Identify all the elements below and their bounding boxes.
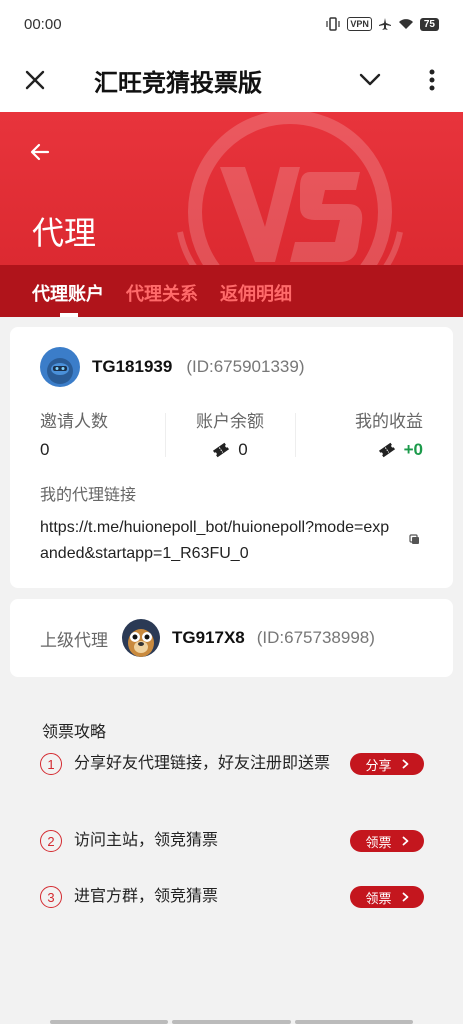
arrow-left-icon <box>30 143 50 161</box>
battery-icon: 75 <box>419 17 439 31</box>
step-number: 1 <box>40 753 62 775</box>
chevron-right-icon <box>402 892 408 902</box>
stat-balance: 账户余额 0 <box>196 407 264 460</box>
close-icon <box>25 70 45 90</box>
upline-label: 上级代理 <box>40 630 108 650</box>
app-bar: 汇旺竞猜投票版 <box>0 48 463 112</box>
wifi-icon <box>398 19 413 29</box>
tab-rebate-detail[interactable]: 返佣明细 <box>220 265 292 317</box>
vibrate-icon <box>326 17 340 31</box>
guide-text: 访问主站，领竞猜票 <box>74 832 219 849</box>
status-time: 00:00 <box>24 15 62 33</box>
account-card: TG181939 (ID:675901339) 邀请人数 0 账户余额 0 我的… <box>10 327 453 588</box>
guide-item: 3 进官方群，领竞猜票 领票 <box>40 886 424 908</box>
avatar <box>40 347 80 387</box>
username: TG181939 <box>92 357 173 376</box>
tab-label: 代理账户 <box>32 284 104 304</box>
tab-agent-relation[interactable]: 代理关系 <box>126 265 198 317</box>
vpn-icon: VPN <box>347 17 372 31</box>
stat-earnings: 我的收益 +0 <box>355 407 423 460</box>
more-vertical-icon <box>429 69 435 91</box>
stat-label: 邀请人数 <box>40 412 108 431</box>
step-number: 2 <box>40 830 62 852</box>
tab-label: 代理关系 <box>126 284 198 304</box>
button-label: 领票 <box>365 890 392 906</box>
chevron-right-icon <box>402 836 408 846</box>
tab-agent-account[interactable]: 代理账户 <box>32 265 104 317</box>
status-icons: VPN 75 <box>325 17 439 31</box>
home-indicator[interactable] <box>50 1020 413 1024</box>
chevron-right-icon <box>402 759 408 769</box>
button-label: 分享 <box>365 757 392 773</box>
collapse-button[interactable] <box>350 60 390 100</box>
more-menu-button[interactable] <box>412 60 452 100</box>
copy-button[interactable] <box>408 533 422 547</box>
upline-username: TG917X8 <box>172 628 245 647</box>
stat-invites: 邀请人数 0 <box>40 407 108 460</box>
tab-indicator <box>60 313 78 317</box>
referral-link[interactable]: https://t.me/huionepoll_bot/huionepoll?m… <box>40 515 390 567</box>
guide-item: 1 分享好友代理链接，好友注册即送票 分享 <box>40 753 424 775</box>
upline-card: 上级代理 TG917X8 (ID:675738998) <box>10 599 453 677</box>
stat-value: 0 <box>238 440 248 459</box>
tab-bar: 代理账户 代理关系 返佣明细 <box>0 265 463 317</box>
guide-text: 分享好友代理链接，好友注册即送票 <box>74 755 331 772</box>
guide-item: 2 访问主站，领竞猜票 领票 <box>40 830 424 852</box>
status-bar: 00:00 VPN 75 <box>0 0 463 48</box>
divider <box>165 413 166 457</box>
copy-icon <box>409 534 419 544</box>
stat-value: +0 <box>403 440 423 459</box>
claim-ticket-button[interactable]: 领票 <box>350 830 424 852</box>
link-label: 我的代理链接 <box>40 487 137 504</box>
user-row: TG181939 (ID:675901339) <box>40 347 304 387</box>
share-button[interactable]: 分享 <box>350 753 424 775</box>
claim-ticket-button[interactable]: 领票 <box>350 886 424 908</box>
chevron-down-icon <box>359 73 381 86</box>
app-title: 汇旺竞猜投票版 <box>94 69 262 97</box>
stat-label: 我的收益 <box>355 412 423 431</box>
close-button[interactable] <box>0 48 70 112</box>
guide-title: 领票攻略 <box>42 724 107 741</box>
divider <box>295 413 296 457</box>
button-label: 领票 <box>365 834 392 850</box>
stat-label: 账户余额 <box>196 412 264 431</box>
guide-text: 进官方群，领竞猜票 <box>74 888 219 905</box>
ticket-icon <box>213 442 230 458</box>
page-title: 代理 <box>32 215 97 251</box>
back-button[interactable] <box>22 134 58 170</box>
stat-value: 0 <box>40 440 50 459</box>
upline-avatar <box>122 619 160 657</box>
hero-header: 代理 代理账户 代理关系 返佣明细 <box>0 112 463 317</box>
upline-id: (ID:675738998) <box>256 628 375 647</box>
ticket-icon <box>378 442 395 458</box>
step-number: 3 <box>40 886 62 908</box>
airplane-icon <box>378 18 391 30</box>
tab-label: 返佣明细 <box>220 284 292 304</box>
user-id: (ID:675901339) <box>186 357 305 376</box>
